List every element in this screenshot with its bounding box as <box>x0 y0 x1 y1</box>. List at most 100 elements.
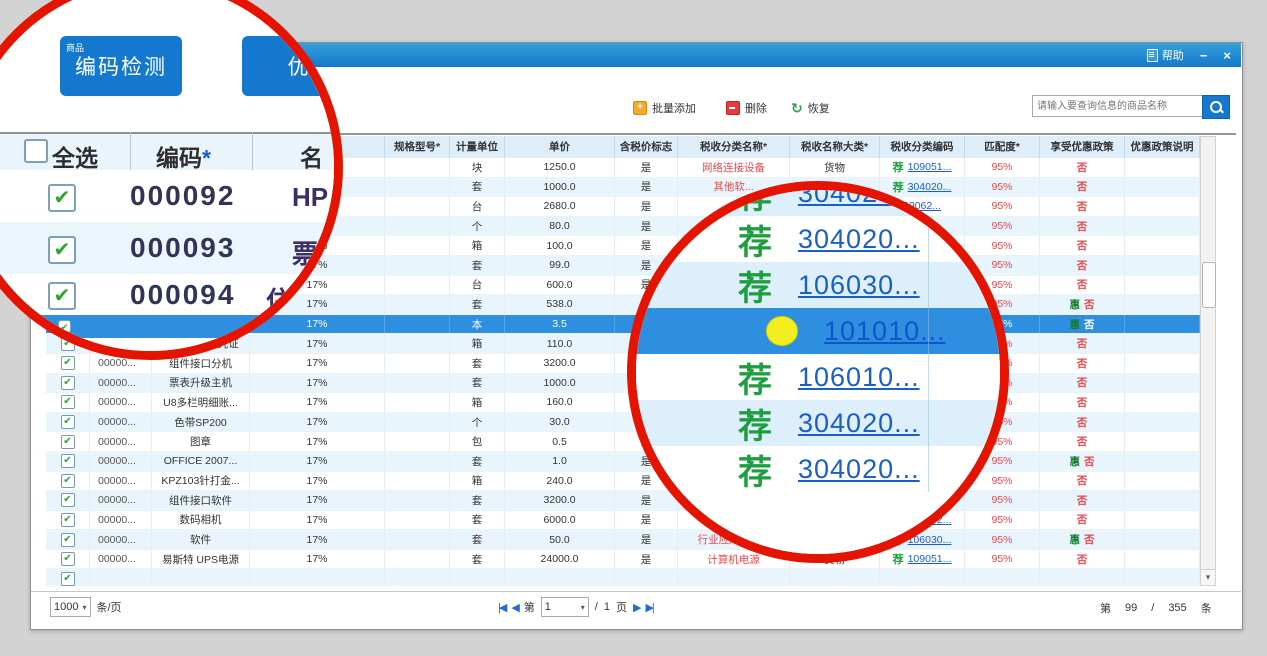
magnifier-right-content: 荐304020...荐304020...荐106030...101010...荐… <box>636 190 1000 554</box>
policy-fou-flag: 否 <box>1077 512 1088 527</box>
recommend-badge: 荐 <box>893 159 904 175</box>
row-checkbox[interactable]: ✔ <box>61 356 75 370</box>
row-checkbox[interactable]: ✔ <box>61 435 75 449</box>
pagination-divider <box>31 591 1241 592</box>
policy-fou-flag: 否 <box>1077 415 1088 430</box>
column-header-note[interactable]: 优惠政策说明 <box>1125 136 1200 158</box>
row-checkbox-magnified[interactable]: ✔ <box>48 236 76 264</box>
last-page-button[interactable]: ▶| <box>645 601 652 614</box>
tax-code-link[interactable]: 109051... <box>908 161 952 173</box>
page-number-select[interactable]: 1 ▾ <box>541 597 589 617</box>
table-row[interactable]: ✔00000...组件接口软件17%套3200.0是软件开发服务软件服务荐304… <box>46 491 1200 511</box>
tax-code-link-large[interactable]: 106010... <box>798 362 920 393</box>
policy-hui-flag: 惠 <box>1070 317 1081 332</box>
delete-button[interactable]: 删除 <box>726 100 767 116</box>
tax-code-link-large[interactable]: 304020... <box>798 454 920 485</box>
scrollbar-thumb[interactable] <box>1202 262 1216 308</box>
row-checkbox[interactable]: ✔ <box>61 493 75 507</box>
batch-add-button[interactable]: + 批量添加 <box>633 100 696 116</box>
column-header-unit[interactable]: 计量单位 <box>450 136 505 158</box>
table-row[interactable]: ✔00000...图章17%包0.5是95%否 <box>46 432 1200 452</box>
cell-note <box>1125 178 1200 197</box>
table-row[interactable]: ✔00000...KPZ103针打金...17%箱240.0是纸制...荐106… <box>46 472 1200 492</box>
table-row[interactable]: ✔00000...OFFICE 2007...17%套1.0是030...95%… <box>46 452 1200 472</box>
row-code-magnified: 000094 <box>130 279 235 311</box>
cell-note <box>1125 530 1200 549</box>
cell-price: 1250.0 <box>505 158 615 177</box>
help-button[interactable]: 帮助 <box>1147 47 1184 63</box>
cell-code: 00000... <box>90 550 152 569</box>
check-icon: ✔ <box>63 554 71 564</box>
search-input[interactable] <box>1032 95 1204 117</box>
table-row[interactable]: ✔00000...色带SP20017%个30.0是95%否 <box>46 413 1200 433</box>
column-header-cname[interactable]: 税收分类名称* <box>678 136 790 158</box>
next-page-button[interactable]: ▶ <box>633 601 639 614</box>
cell-price: 240.0 <box>505 472 615 491</box>
table-row[interactable]: ✔00000...易斯特 UPS电源17%套24000.0是计算机电源货物荐10… <box>46 550 1200 570</box>
policy-fou-flag: 否 <box>1077 336 1088 351</box>
cell-unit: 台 <box>450 197 505 216</box>
cell-spec <box>385 354 450 373</box>
cell-note <box>1125 393 1200 412</box>
row-checkbox[interactable]: ✔ <box>61 415 75 429</box>
table-row[interactable]: ✔ <box>46 569 1200 586</box>
first-page-button[interactable]: |◀ <box>498 601 505 614</box>
column-header-flag[interactable]: 含税价标志 <box>615 136 678 158</box>
table-row[interactable]: ✔00000...软件17%套50.0是行业应用软件...货物荐106030..… <box>46 530 1200 550</box>
tax-code-link-large[interactable]: 304020... <box>798 190 920 209</box>
cell-clink: 荐 109051... <box>880 158 965 177</box>
column-header-policy[interactable]: 享受优惠政策 <box>1040 136 1125 158</box>
row-checkbox-magnified[interactable]: ✔ <box>48 282 76 310</box>
column-header-match[interactable]: 匹配度* <box>965 136 1040 158</box>
cell-policy: 否 <box>1040 178 1125 197</box>
prev-page-button[interactable]: ◀ <box>511 601 517 614</box>
secondary-button-magnified[interactable]: 优 <box>242 36 334 96</box>
row-checkbox[interactable]: ✔ <box>61 376 75 390</box>
row-checkbox[interactable]: ✔ <box>61 552 75 566</box>
cell-price: 600.0 <box>505 276 615 295</box>
yellow-dot-icon <box>766 316 798 346</box>
mini-tab-label: 商品 <box>66 41 84 54</box>
row-checkbox[interactable]: ✔ <box>58 320 71 333</box>
row-checkbox[interactable]: ✔ <box>61 474 75 488</box>
cell-spec <box>385 550 450 569</box>
table-row[interactable]: ✔00000...U8多栏明细账...17%箱160.0是95%否 <box>46 393 1200 413</box>
tax-code-link-large[interactable]: 304020... <box>798 408 920 439</box>
row-checkbox[interactable]: ✔ <box>61 572 75 586</box>
cell-note <box>1125 158 1200 177</box>
close-button[interactable]: × <box>1223 49 1231 62</box>
magnifier-left-content: 编码检测商品优全选编码*名✔000092HP✔000093票✔000094住✔ <box>0 0 334 351</box>
row-checkbox[interactable]: ✔ <box>61 533 75 547</box>
scrollbar-down-arrow[interactable]: ▾ <box>1201 569 1215 585</box>
restore-button[interactable]: ↻ 恢复 <box>791 100 830 116</box>
search-button[interactable] <box>1202 95 1230 119</box>
page-size-select[interactable]: 1000 ▾ <box>50 597 91 617</box>
check-icon: ✔ <box>63 397 71 407</box>
select-all-checkbox[interactable] <box>24 139 48 163</box>
policy-fou-flag: 否 <box>1084 297 1095 312</box>
table-row[interactable]: ✔00000...数码相机17%套6000.0是照相机货物荐109062...9… <box>46 511 1200 531</box>
row-checkbox-magnified[interactable]: ✔ <box>48 184 76 212</box>
minimize-button[interactable]: − <box>1200 49 1208 62</box>
table-row[interactable]: ✔00000...组件接口分机17%套3200.095%否 <box>46 354 1200 374</box>
tax-code-link[interactable]: 109051... <box>908 553 952 565</box>
cell-note <box>1125 217 1200 236</box>
vertical-scrollbar[interactable]: ▾ <box>1200 136 1216 586</box>
policy-fou-flag: 否 <box>1077 395 1088 410</box>
row-checkbox[interactable]: ✔ <box>61 513 75 527</box>
table-row[interactable]: ✔00000...票表升级主机17%套1000.095%否 <box>46 374 1200 394</box>
cell-policy: 否 <box>1040 236 1125 255</box>
column-header-price[interactable]: 单价 <box>505 136 615 158</box>
column-header-cat[interactable]: 税收名称大类* <box>790 136 880 158</box>
tax-code-link-large[interactable]: 106030... <box>798 270 920 301</box>
cell-rate: 17% <box>250 530 385 549</box>
row-checkbox[interactable]: ✔ <box>61 395 75 409</box>
record-prefix-label: 第 <box>1100 600 1111 616</box>
row-code-magnified: 000093 <box>130 232 235 264</box>
row-checkbox[interactable]: ✔ <box>61 454 75 468</box>
column-header-clink[interactable]: 税收分类编码 <box>880 136 965 158</box>
cell-sel: ✔ <box>46 569 90 586</box>
tax-code-link-large[interactable]: 304020... <box>798 224 920 255</box>
column-header-spec[interactable]: 规格型号* <box>385 136 450 158</box>
cell-flag <box>615 569 678 586</box>
